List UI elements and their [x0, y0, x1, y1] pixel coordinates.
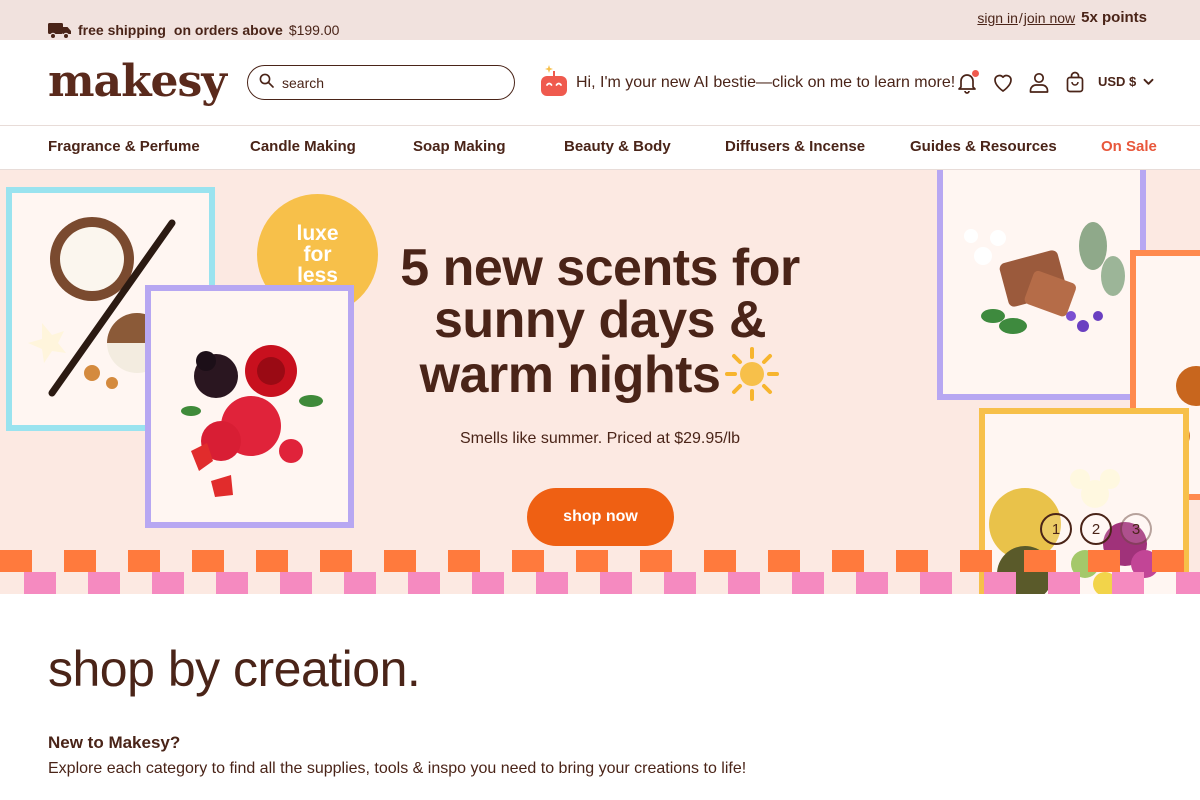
shipping-condition: on orders above: [173, 22, 283, 38]
checker-pattern: [0, 550, 1200, 594]
slide-indicators: 1 2 3: [1040, 513, 1152, 545]
nav-candle-making[interactable]: Candle Making: [250, 138, 356, 155]
section-title: shop by creation.: [48, 641, 421, 697]
hero-banner[interactable]: luxe for less 5 new scents for sunny day…: [0, 170, 1200, 594]
category-nav: Fragrance & Perfume Candle Making Soap M…: [0, 126, 1200, 170]
header-actions: [955, 70, 1087, 94]
nav-fragrance-perfume[interactable]: Fragrance & Perfume: [48, 138, 200, 155]
bell-icon[interactable]: [955, 70, 979, 94]
slide-dot-2[interactable]: 2: [1080, 513, 1112, 545]
search-icon: [259, 73, 274, 93]
headline-line-1: 5 new scents for: [400, 239, 800, 297]
slide-dot-1[interactable]: 1: [1040, 513, 1072, 545]
badge-line-2: for: [303, 243, 332, 266]
ai-prompt-text: Hi, I'm your new AI bestie—click on me t…: [576, 73, 956, 91]
site-header: makesy Hi, I'm your new AI bestie—click …: [0, 40, 1200, 126]
berries-rose-image: [145, 285, 354, 528]
ai-bot-icon: [540, 63, 568, 102]
nav-beauty-body[interactable]: Beauty & Body: [564, 138, 671, 155]
promo-bar: free shipping on orders above $199.00 si…: [0, 0, 1200, 40]
currency-label: USD $: [1098, 74, 1137, 89]
search-input[interactable]: [282, 74, 482, 91]
points-badge: 5x points: [1081, 9, 1147, 26]
search-bar[interactable]: [247, 65, 515, 100]
section-description: Explore each category to find all the su…: [48, 760, 747, 777]
headline-line-3: warm nights: [419, 346, 721, 405]
sign-in-link[interactable]: sign in: [977, 10, 1017, 26]
bag-icon[interactable]: [1063, 70, 1087, 94]
badge-line-3: less: [297, 264, 338, 287]
nav-diffusers-incense[interactable]: Diffusers & Incense: [725, 138, 865, 155]
badge-line-1: luxe: [296, 222, 339, 245]
nav-guides-resources[interactable]: Guides & Resources: [910, 138, 1057, 155]
shipping-lead: free shipping: [78, 22, 166, 38]
nav-soap-making[interactable]: Soap Making: [413, 138, 506, 155]
heart-icon[interactable]: [991, 70, 1015, 94]
headline-line-3-wrap: warm nights: [400, 346, 800, 411]
nav-on-sale[interactable]: On Sale: [1101, 138, 1157, 155]
notification-dot: [972, 70, 979, 77]
ai-assistant-prompt[interactable]: Hi, I'm your new AI bestie—click on me t…: [540, 63, 955, 102]
account-links: sign in / join now 5x points: [977, 9, 1147, 26]
section-heading: New to Makesy?: [48, 733, 181, 752]
chevron-down-icon: [1143, 74, 1154, 89]
slide-dot-3[interactable]: 3: [1120, 513, 1152, 545]
makesy-logo[interactable]: makesy: [48, 56, 227, 107]
shipping-amount: $199.00: [288, 22, 340, 38]
truck-icon: [48, 22, 72, 40]
link-divider: /: [1018, 9, 1023, 26]
headline-line-2: sunny days &: [433, 291, 767, 349]
botanicals-image: [937, 170, 1146, 400]
sun-icon: [724, 346, 780, 411]
user-icon[interactable]: [1027, 70, 1051, 94]
currency-selector[interactable]: USD $: [1098, 74, 1154, 89]
shop-now-button[interactable]: shop now: [527, 488, 674, 546]
free-shipping-message: free shipping on orders above $199.00: [48, 22, 340, 40]
hero-headline: 5 new scents for sunny days & warm night…: [400, 242, 800, 411]
hero-subtext: Smells like summer. Priced at $29.95/lb: [459, 430, 741, 447]
join-now-link[interactable]: join now: [1024, 10, 1075, 26]
